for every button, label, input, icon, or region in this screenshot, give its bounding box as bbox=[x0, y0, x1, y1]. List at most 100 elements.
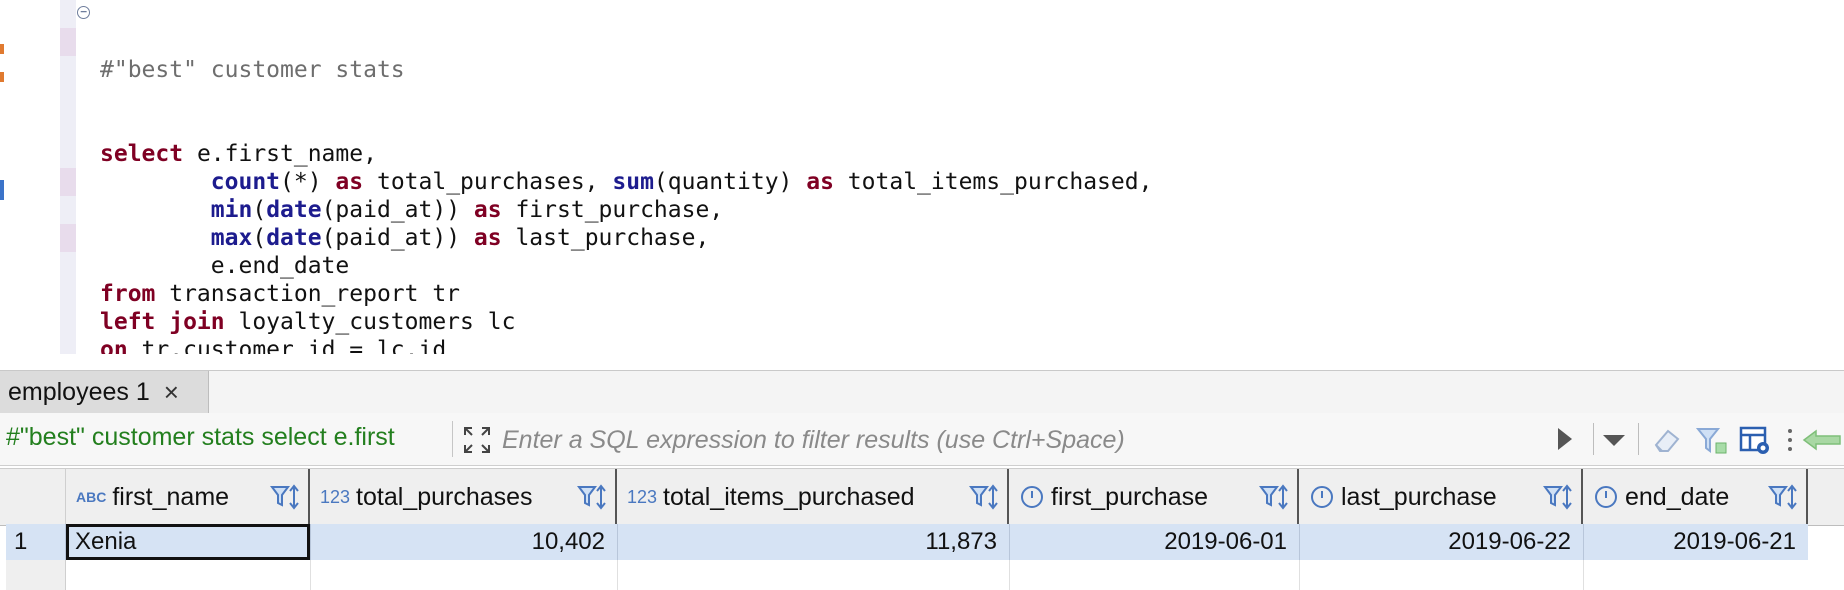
sql-function: count bbox=[210, 169, 281, 195]
sql-function: max bbox=[210, 225, 253, 251]
column-divider bbox=[1299, 560, 1300, 590]
sql-function: date bbox=[266, 197, 322, 223]
query-label[interactable]: #"best" customer stats select e.first bbox=[6, 423, 395, 452]
sql-function: sum bbox=[612, 169, 654, 195]
column-filter-icon[interactable] bbox=[969, 483, 999, 511]
column-label: end_date bbox=[1625, 482, 1730, 511]
row-number-header bbox=[0, 469, 66, 525]
column-divider bbox=[1583, 560, 1584, 590]
sql-code[interactable]: #"best" customer stats select e.first_na… bbox=[100, 0, 1152, 354]
sql-text: total_purchases, bbox=[363, 169, 613, 195]
text-type-icon: ABC bbox=[76, 489, 107, 505]
column-label: total_purchases bbox=[356, 482, 533, 511]
sql-keyword: from bbox=[100, 281, 156, 307]
sql-function: date bbox=[266, 225, 322, 251]
gutter-marker bbox=[60, 28, 76, 56]
code-line: max(date(paid_at)) as last_purchase, bbox=[100, 224, 1152, 252]
sql-keyword: on bbox=[100, 337, 128, 354]
column-header-end-date[interactable]: end_date bbox=[1583, 469, 1808, 525]
column-header-total-items-purchased[interactable]: 123 total_items_purchased bbox=[617, 469, 1009, 525]
column-header-last-purchase[interactable]: last_purchase bbox=[1299, 469, 1583, 525]
cell-total-purchases[interactable]: 10,402 bbox=[310, 524, 617, 560]
result-tabbar: employees 1 × bbox=[0, 370, 1844, 414]
filter-toolbar: #"best" customer stats select e.first bbox=[0, 413, 1844, 466]
sql-text: (quantity) bbox=[653, 169, 807, 195]
cell-end-date[interactable]: 2019-06-21 bbox=[1583, 524, 1808, 560]
sql-text: (*) bbox=[280, 169, 336, 195]
sql-text: ( bbox=[252, 197, 267, 223]
code-line: from transaction_report tr bbox=[100, 280, 1152, 308]
play-icon[interactable] bbox=[1558, 428, 1572, 450]
chevron-down-icon[interactable] bbox=[1603, 435, 1625, 446]
eraser-icon[interactable] bbox=[1650, 423, 1684, 457]
code-line: min(date(paid_at)) as first_purchase, bbox=[100, 196, 1152, 224]
sql-keyword: as bbox=[806, 169, 834, 195]
cell-total-items-purchased[interactable]: 11,873 bbox=[617, 524, 1009, 560]
cell-first-name[interactable]: Xenia bbox=[66, 524, 310, 560]
sql-text: first_purchase, bbox=[501, 197, 724, 223]
sql-keyword: as bbox=[473, 197, 502, 223]
gutter-marker bbox=[60, 224, 76, 252]
column-filter-icon[interactable] bbox=[1768, 483, 1798, 511]
sql-editor[interactable]: − #"best" customer stats select e.first_… bbox=[0, 0, 1844, 354]
divider bbox=[1638, 423, 1639, 455]
date-type-clock-icon bbox=[1021, 486, 1043, 508]
code-line: #"best" customer stats bbox=[100, 56, 1152, 84]
column-header-first-name[interactable]: ABC first_name bbox=[66, 469, 310, 525]
column-filter-icon[interactable] bbox=[270, 483, 300, 511]
gutter-marker bbox=[60, 168, 76, 196]
divider bbox=[1593, 423, 1594, 455]
sql-text: transaction_report tr bbox=[155, 281, 461, 307]
cell-first-purchase[interactable]: 2019-06-01 bbox=[1009, 524, 1299, 560]
tab-label: employees 1 bbox=[8, 377, 150, 406]
number-type-icon: 123 bbox=[627, 486, 658, 507]
column-header-first-purchase[interactable]: first_purchase bbox=[1009, 469, 1299, 525]
result-grid[interactable]: ABC first_name 123 total_purchases 123 t… bbox=[0, 466, 1844, 590]
sql-text: e.first_name, bbox=[196, 141, 377, 167]
column-divider bbox=[617, 560, 618, 590]
cell-last-purchase[interactable]: 2019-06-22 bbox=[1299, 524, 1583, 560]
sql-keyword: left join bbox=[100, 309, 225, 335]
back-arrow-icon[interactable] bbox=[1800, 423, 1844, 457]
column-header-total-purchases[interactable]: 123 total_purchases bbox=[310, 469, 617, 525]
filter-input[interactable] bbox=[500, 421, 1574, 459]
code-line: e.end_date bbox=[100, 252, 1152, 280]
row-number-empty bbox=[6, 560, 66, 590]
code-line: count(*) as total_purchases, sum(quantit… bbox=[100, 168, 1153, 196]
column-filter-icon[interactable] bbox=[1259, 483, 1289, 511]
date-type-clock-icon bbox=[1595, 486, 1617, 508]
sql-function: min bbox=[210, 197, 253, 223]
column-divider bbox=[1009, 560, 1010, 590]
column-label: last_purchase bbox=[1341, 482, 1497, 511]
table-row[interactable]: 1 Xenia 10,402 11,873 2019-06-01 2019-06… bbox=[0, 524, 1844, 560]
sql-keyword: select bbox=[100, 141, 197, 167]
close-icon[interactable]: × bbox=[164, 377, 179, 408]
column-label: first_name bbox=[112, 482, 230, 511]
sql-text: tr.customer_id = lc.id bbox=[127, 337, 447, 354]
sql-text: loyalty_customers lc bbox=[224, 309, 516, 335]
sql-comment: #"best" customer stats bbox=[100, 57, 405, 83]
row-number[interactable]: 1 bbox=[6, 524, 66, 560]
sql-keyword: as bbox=[473, 225, 502, 251]
tab-employees-1[interactable]: employees 1 × bbox=[0, 371, 209, 413]
fold-minus-icon[interactable]: − bbox=[77, 6, 90, 19]
code-line: select e.first_name, bbox=[100, 140, 1152, 168]
expand-arrows-icon[interactable] bbox=[462, 425, 492, 455]
column-label: total_items_purchased bbox=[663, 482, 915, 511]
column-filter-icon[interactable] bbox=[577, 483, 607, 511]
change-marker bbox=[0, 72, 4, 82]
grid-settings-icon[interactable] bbox=[1738, 423, 1772, 457]
column-filter-icon[interactable] bbox=[1543, 483, 1573, 511]
change-marker bbox=[0, 44, 4, 54]
sql-text: last_purchase, bbox=[501, 225, 710, 251]
funnel-icon[interactable] bbox=[1694, 423, 1728, 457]
sql-text: e.end_date bbox=[100, 253, 350, 279]
sql-text: total_items_purchased, bbox=[833, 169, 1153, 195]
date-type-clock-icon bbox=[1311, 486, 1333, 508]
number-type-icon: 123 bbox=[320, 486, 351, 507]
change-marker bbox=[0, 180, 4, 200]
empty-row bbox=[0, 560, 1844, 590]
